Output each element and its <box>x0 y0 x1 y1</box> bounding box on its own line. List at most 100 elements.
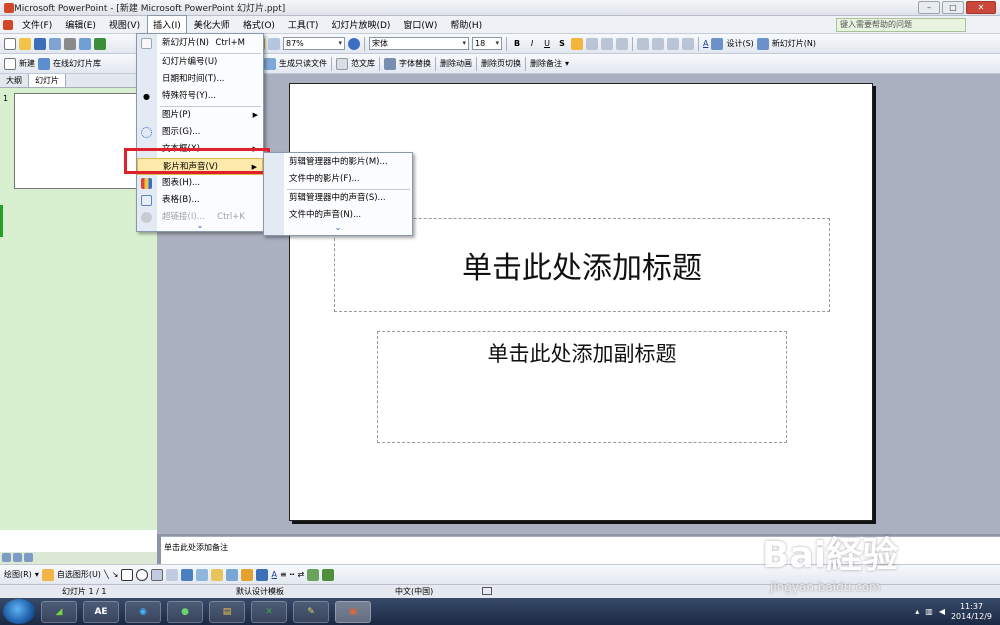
maximize-button[interactable]: □ <box>942 1 964 14</box>
slide-canvas[interactable]: 单击此处添加标题 单击此处添加副标题 <box>289 83 873 521</box>
menu-window[interactable]: 窗口(W) <box>397 15 443 34</box>
submenu-item-file-sound[interactable]: 文件中的声音(N)... <box>264 207 412 224</box>
print-icon[interactable] <box>64 37 76 50</box>
fill-color-icon[interactable] <box>241 568 254 581</box>
select-objects-icon[interactable] <box>41 568 54 581</box>
menu-file[interactable]: 文件(F) <box>16 15 58 34</box>
align-right-icon[interactable] <box>601 37 613 50</box>
expand-menu-icon[interactable]: ⌄ <box>137 221 263 230</box>
oval-icon[interactable] <box>136 568 149 581</box>
arrow-style-icon[interactable]: ⇄ <box>297 570 304 579</box>
3d-style-icon[interactable] <box>322 568 335 581</box>
font-select[interactable]: 宋体 <box>369 37 469 50</box>
decrease-font-icon[interactable] <box>682 37 694 50</box>
draw-dropdown-icon[interactable]: ▾ <box>35 570 39 579</box>
open-folder-icon[interactable] <box>19 37 31 50</box>
new-slide-button[interactable]: 新幻灯片(N) <box>772 38 816 49</box>
subtitle-placeholder[interactable]: 单击此处添加副标题 <box>377 331 787 443</box>
menu-view[interactable]: 视图(V) <box>103 15 146 34</box>
menu-edit[interactable]: 编辑(E) <box>59 15 102 34</box>
shadow-button[interactable]: S <box>556 39 568 48</box>
draw-menu-button[interactable]: 绘图(R) <box>4 569 32 580</box>
menu-help[interactable]: 帮助(H) <box>444 15 488 34</box>
menu-item-slide-number[interactable]: 幻灯片编号(U) <box>137 54 263 71</box>
document-icon[interactable] <box>3 19 13 30</box>
menu-beautify[interactable]: 美化大师 <box>188 15 236 34</box>
numbering-icon[interactable] <box>637 37 649 50</box>
increase-font-icon[interactable] <box>667 37 679 50</box>
help-search-input[interactable]: 键入需要帮助的问题 <box>836 18 966 32</box>
new-button[interactable]: 新建 <box>19 58 35 69</box>
tray-volume-icon[interactable]: ◀ <box>939 607 945 616</box>
delete-notes-button[interactable]: 删除备注 <box>530 58 562 69</box>
online-library-button[interactable]: 在线幻灯片库 <box>53 58 101 69</box>
save-icon[interactable] <box>34 37 46 50</box>
clipart-icon[interactable] <box>211 568 224 581</box>
bold-button[interactable]: B <box>511 39 523 48</box>
textbox-icon[interactable] <box>151 568 164 581</box>
normal-view-icon[interactable] <box>2 553 11 562</box>
delete-transition-button[interactable]: 删除页切换 <box>481 58 521 69</box>
font-size-select[interactable]: 18 <box>472 37 502 50</box>
minimize-button[interactable]: – <box>918 1 940 14</box>
line-icon[interactable]: ╲ <box>104 570 109 579</box>
line-color-icon[interactable] <box>256 568 269 581</box>
sorter-view-icon[interactable] <box>13 553 22 562</box>
menu-item-special-symbol[interactable]: ● 特殊符号(Y)... <box>137 88 263 105</box>
line-style-icon[interactable]: ≡ <box>280 570 287 579</box>
taskbar-nvidia-icon[interactable]: ◢ <box>41 600 77 623</box>
tray-arrow-icon[interactable]: ▴ <box>915 607 919 616</box>
diagram-icon[interactable] <box>196 568 209 581</box>
menu-item-date-time[interactable]: 日期和时间(T)... <box>137 71 263 88</box>
spelling-icon[interactable] <box>94 37 106 50</box>
taskbar-browser-icon[interactable]: ◉ <box>125 600 161 623</box>
zoom-select[interactable]: 87% <box>283 37 345 50</box>
delete-animation-button[interactable]: 删除动画 <box>440 58 472 69</box>
taskbar-excel-icon[interactable]: ✕ <box>251 600 287 623</box>
menu-item-table[interactable]: 表格(B)... <box>137 192 263 209</box>
align-left-icon[interactable] <box>571 37 583 50</box>
taskbar-pen-icon[interactable]: ✎ <box>293 600 329 623</box>
font-replace-button[interactable]: 字体替换 <box>399 58 431 69</box>
bullets-icon[interactable] <box>652 37 664 50</box>
draw-font-color-icon[interactable]: A <box>271 570 276 579</box>
taskbar-explorer-icon[interactable]: ▤ <box>209 600 245 623</box>
tray-network-icon[interactable]: ▥ <box>925 607 933 616</box>
dash-style-icon[interactable]: ┅ <box>290 570 295 579</box>
menu-item-chart[interactable]: 图表(H)... <box>137 175 263 192</box>
wordart-icon[interactable] <box>181 568 194 581</box>
menu-format[interactable]: 格式(O) <box>237 15 281 34</box>
generate-readonly-button[interactable]: 生成只读文件 <box>279 58 327 69</box>
menu-item-diagram[interactable]: 图示(G)... <box>137 124 263 141</box>
grid-icon[interactable] <box>268 37 280 50</box>
expand-submenu-icon[interactable]: ⌄ <box>264 223 412 232</box>
picture-icon[interactable] <box>226 568 239 581</box>
distribute-icon[interactable] <box>616 37 628 50</box>
permission-icon[interactable] <box>49 37 61 50</box>
submenu-item-file-movie[interactable]: 文件中的影片(F)... <box>264 171 412 188</box>
menu-insert[interactable]: 插入(I) <box>147 15 187 34</box>
align-center-icon[interactable] <box>586 37 598 50</box>
shadow-style-icon[interactable] <box>307 568 320 581</box>
menu-tools[interactable]: 工具(T) <box>282 15 325 34</box>
design-button[interactable]: 设计(S) <box>726 38 753 49</box>
taskbar-powerpoint-icon[interactable]: ▣ <box>335 600 371 623</box>
arrow-icon[interactable]: ↘ <box>112 570 119 579</box>
tab-outline[interactable]: 大纲 <box>0 74 29 87</box>
vertical-textbox-icon[interactable] <box>166 568 179 581</box>
submenu-item-clip-movie[interactable]: 剪辑管理器中的影片(M)... <box>264 154 412 171</box>
taskbar-360-icon[interactable]: ● <box>167 600 203 623</box>
slideshow-view-icon[interactable] <box>24 553 33 562</box>
help-icon[interactable] <box>348 37 360 50</box>
print-preview-icon[interactable] <box>79 37 91 50</box>
start-button[interactable] <box>3 599 35 624</box>
slide-thumbnail[interactable] <box>14 93 138 189</box>
submenu-item-clip-sound[interactable]: 剪辑管理器中的声音(S)... <box>264 190 412 207</box>
underline-button[interactable]: U <box>541 39 553 48</box>
taskbar-ae-icon[interactable]: AE <box>83 600 119 623</box>
menu-slideshow[interactable]: 幻灯片放映(D) <box>325 15 396 34</box>
tab-slides[interactable]: 幻灯片 <box>29 74 66 87</box>
italic-button[interactable]: I <box>526 39 538 48</box>
font-color-button[interactable]: A <box>703 39 708 48</box>
template-library-button[interactable]: 范文库 <box>351 58 375 69</box>
